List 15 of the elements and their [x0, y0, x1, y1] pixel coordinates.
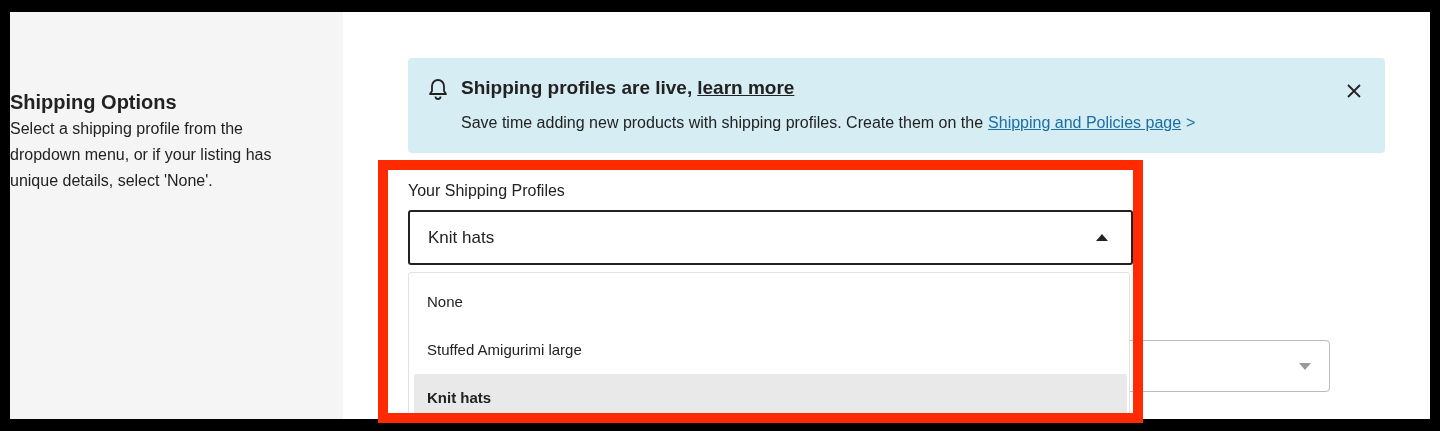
banner-text: Save time adding new products with shipping profiles. Create them on the: [461, 114, 984, 131]
link-arrow: >: [1186, 114, 1196, 131]
learn-more-link[interactable]: learn more: [697, 77, 795, 98]
field-label: Your Shipping Profiles: [408, 181, 566, 201]
dropdown-option[interactable]: Stuffed Amigurimi large: [414, 326, 1127, 374]
banner-title: Shipping profiles are live,: [461, 77, 693, 98]
section-description: Select a shipping profile from the dropdown menu, or if your listing has unique details, select 'None'.: [10, 119, 273, 191]
close-icon: [1347, 84, 1361, 98]
caret-icon: [1299, 362, 1311, 370]
policies-link[interactable]: Shipping and Policies page: [988, 114, 1182, 131]
profile-select[interactable]: Knit hats: [408, 210, 1133, 265]
caret-icon: [1096, 234, 1108, 241]
section-heading: Shipping Options: [10, 90, 178, 114]
dropdown-option[interactable]: None: [414, 278, 1127, 326]
bell-icon: [428, 78, 448, 100]
